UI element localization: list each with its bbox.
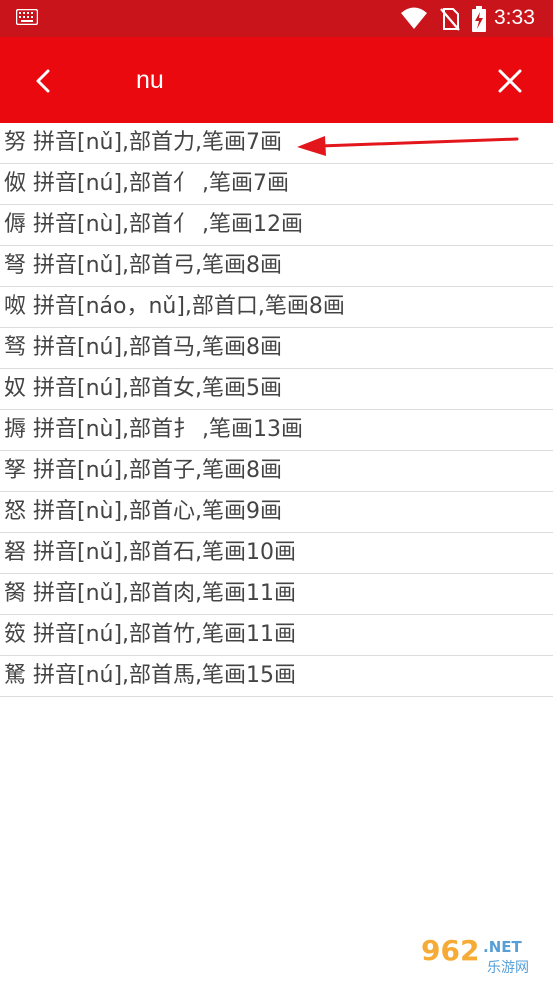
list-item[interactable]: 笯 拼音[nú],部首竹,笔画11画 — [0, 615, 553, 656]
back-chevron-icon[interactable] — [26, 63, 62, 99]
list-item-text: 奴 拼音[nú],部首女,笔画5画 — [4, 376, 283, 401]
watermark-logo: 962 .NET 乐游网 — [413, 930, 548, 978]
list-item[interactable]: 孥 拼音[nú],部首子,笔画8画 — [0, 451, 553, 492]
list-item[interactable]: 怒 拼音[nù],部首心,笔画9画 — [0, 492, 553, 533]
list-item[interactable]: 弩 拼音[nǔ],部首弓,笔画8画 — [0, 246, 553, 287]
no-sim-icon — [440, 7, 460, 35]
list-item-text: 笯 拼音[nú],部首竹,笔画11画 — [4, 622, 297, 647]
list-item-text: 怒 拼音[nù],部首心,笔画9画 — [4, 499, 283, 524]
list-item-text: 驽 拼音[nú],部首马,笔画8画 — [4, 335, 283, 360]
list-item[interactable]: 砮 拼音[nǔ],部首石,笔画10画 — [0, 533, 553, 574]
svg-text:962: 962 — [421, 934, 479, 967]
search-query[interactable]: nu — [136, 65, 164, 95]
wifi-icon — [400, 6, 428, 34]
list-item[interactable]: 呶 拼音[náo，nǔ],部首口,笔画8画 — [0, 287, 553, 328]
list-item[interactable]: 駑 拼音[nú],部首馬,笔画15画 — [0, 656, 553, 697]
search-header: nu — [0, 37, 553, 123]
list-item-text: 胬 拼音[nǔ],部首肉,笔画11画 — [4, 581, 297, 606]
list-item-text: 駑 拼音[nú],部首馬,笔画15画 — [4, 663, 297, 688]
list-item-text: 努 拼音[nǔ],部首力,笔画7画 — [4, 130, 283, 155]
annotation-arrow-icon — [297, 136, 519, 156]
keyboard-icon — [15, 8, 39, 29]
list-item-text: 傉 拼音[nù],部首亻 ,笔画12画 — [4, 212, 304, 237]
list-item[interactable]: 奴 拼音[nú],部首女,笔画5画 — [0, 369, 553, 410]
battery-charging-icon — [472, 6, 486, 36]
status-time: 3:33 — [494, 6, 535, 29]
svg-text:.NET: .NET — [483, 938, 522, 956]
list-item[interactable]: 傉 拼音[nù],部首亻 ,笔画12画 — [0, 205, 553, 246]
list-item[interactable]: 伮 拼音[nú],部首亻 ,笔画7画 — [0, 164, 553, 205]
list-item[interactable]: 搙 拼音[nù],部首扌 ,笔画13画 — [0, 410, 553, 451]
svg-text:乐游网: 乐游网 — [487, 960, 529, 976]
list-item-text: 呶 拼音[náo，nǔ],部首口,笔画8画 — [4, 294, 345, 319]
list-item-text: 搙 拼音[nù],部首扌 ,笔画13画 — [4, 417, 304, 442]
list-item[interactable]: 驽 拼音[nú],部首马,笔画8画 — [0, 328, 553, 369]
status-bar: 3:33 — [0, 0, 553, 37]
list-item[interactable]: 胬 拼音[nǔ],部首肉,笔画11画 — [0, 574, 553, 615]
list-item-text: 孥 拼音[nú],部首子,笔画8画 — [4, 458, 283, 483]
close-icon[interactable] — [492, 63, 528, 99]
list-item-text: 弩 拼音[nǔ],部首弓,笔画8画 — [4, 253, 283, 278]
list-item-text: 伮 拼音[nú],部首亻 ,笔画7画 — [4, 171, 290, 196]
list-item-text: 砮 拼音[nǔ],部首石,笔画10画 — [4, 540, 297, 565]
result-list: 努 拼音[nǔ],部首力,笔画7画 伮 拼音[nú],部首亻 ,笔画7画 傉 拼… — [0, 123, 553, 697]
